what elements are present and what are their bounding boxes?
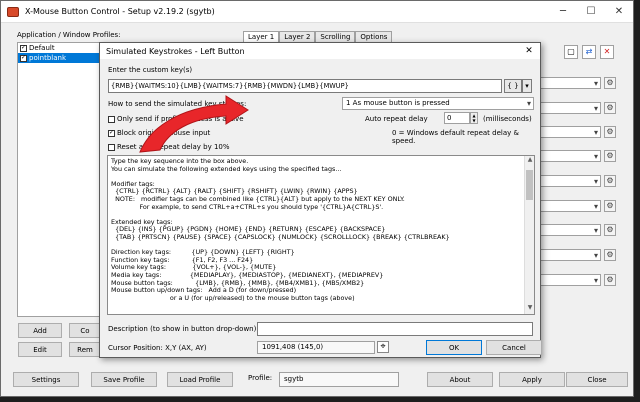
only-if-active-checkbox[interactable]	[108, 115, 115, 123]
profiles-list[interactable]: ✓ Default ✓ pointblank	[17, 42, 107, 317]
block-original-row[interactable]: ✓ Block original mouse input	[108, 129, 210, 137]
apply-button[interactable]: Apply	[499, 372, 565, 387]
custom-keys-input[interactable]: {RMB}{WAITMS:10}{LMB}{WAITMS:7}{RMB}{MWD…	[108, 79, 502, 93]
profile-item-pointblank[interactable]: ✓ pointblank	[18, 53, 106, 63]
send-method-select[interactable]: 1 As mouse button is pressed ▾	[342, 97, 534, 110]
copy-button[interactable]: Co	[69, 323, 101, 338]
profile-label: Profile:	[248, 374, 273, 382]
gear-icon[interactable]: ⚙	[604, 249, 616, 261]
help-line: {TAB} {PRTSCN} {PAUSE} {SPACE} {CAPSLOCK…	[111, 232, 450, 241]
profile-name: pointblank	[29, 54, 67, 62]
edit-button[interactable]: Edit	[18, 342, 62, 357]
dialog-close-icon[interactable]: ✕	[518, 46, 540, 56]
button-action-combo[interactable]	[533, 274, 601, 286]
gear-icon[interactable]: ⚙	[604, 175, 616, 187]
auto-repeat-label: Auto repeat delay	[365, 115, 428, 123]
help-line	[111, 173, 515, 181]
reset-delay-label: Reset auto repeat delay by 10%	[117, 143, 230, 151]
cancel-button[interactable]: Cancel	[486, 340, 542, 355]
close-button[interactable]: Close	[566, 372, 628, 387]
cursor-position-value: 1091,408 (145,0)	[257, 341, 375, 354]
profiles-label: Application / Window Profiles:	[17, 31, 121, 39]
gear-icon[interactable]: ⚙	[604, 77, 616, 89]
scroll-down-icon[interactable]: ▼	[525, 304, 534, 314]
description-label: Description (to show in button drop-down…	[108, 325, 257, 333]
reset-icon[interactable]: ✕	[600, 45, 614, 59]
gear-icon[interactable]: ⚙	[604, 274, 616, 286]
button-action-combo[interactable]	[533, 126, 601, 138]
remove-button[interactable]: Rem	[69, 342, 101, 357]
help-line: or a U (for up/released) to the mouse bu…	[111, 293, 355, 302]
button-action-combo[interactable]	[533, 102, 601, 114]
swap-icon[interactable]: ⇄	[582, 45, 596, 59]
dialog-titlebar: Simulated Keystrokes - Left Button ✕	[100, 43, 540, 59]
add-button[interactable]: Add	[18, 323, 62, 338]
auto-repeat-spinner[interactable]: ▲ ▼	[470, 112, 478, 124]
auto-repeat-input[interactable]: 0	[444, 112, 470, 124]
dialog-title: Simulated Keystrokes - Left Button	[106, 46, 245, 56]
crosshair-icon[interactable]: ⌖	[377, 341, 389, 353]
close-icon[interactable]: ✕	[605, 1, 633, 23]
send-method-value: 1 As mouse button is pressed	[346, 99, 450, 107]
tab-layer-1[interactable]: Layer 1	[243, 31, 280, 42]
gear-icon[interactable]: ⚙	[604, 200, 616, 212]
minimize-icon[interactable]: ─	[549, 1, 577, 23]
maximize-icon[interactable]: ☐	[577, 1, 605, 23]
button-action-combo[interactable]	[533, 200, 601, 212]
gear-icon[interactable]: ⚙	[604, 150, 616, 162]
button-action-combo[interactable]	[533, 249, 601, 261]
description-input[interactable]	[257, 322, 533, 336]
layer-tabs: Layer 1 Layer 2 Scrolling Options	[243, 31, 393, 42]
main-titlebar: X-Mouse Button Control - Setup v2.19.2 (…	[1, 1, 633, 23]
only-if-active-label: Only send if profile process is active	[117, 115, 244, 123]
scroll-up-icon[interactable]: ▲	[525, 156, 534, 166]
reset-delay-checkbox[interactable]	[108, 143, 115, 151]
help-textbox[interactable]: Type the key sequence into the box above…	[107, 155, 535, 315]
tab-layer-2[interactable]: Layer 2	[279, 31, 316, 42]
profile-name: Default	[29, 44, 55, 52]
milliseconds-label: (milliseconds)	[483, 115, 532, 123]
block-original-label: Block original mouse input	[117, 129, 211, 137]
profile-checkbox[interactable]: ✓	[20, 54, 27, 62]
chevron-down-icon[interactable]: ▾	[522, 79, 532, 93]
settings-button[interactable]: Settings	[13, 372, 79, 387]
enter-keys-label: Enter the custom key(s)	[108, 66, 193, 74]
button-action-combo[interactable]	[533, 150, 601, 162]
help-line: For example, to send CTRL+a+CTRL+s you s…	[111, 202, 384, 211]
profile-value: sgytb	[279, 372, 399, 387]
profile-toolbar: ▢ ⇄ ✕	[564, 45, 614, 59]
help-line: You can simulate the following extended …	[111, 164, 342, 173]
about-button[interactable]: About	[427, 372, 493, 387]
scroll-thumb[interactable]	[526, 170, 533, 200]
cursor-position-label: Cursor Position: X,Y (AX, AY)	[108, 344, 207, 352]
window-title: X-Mouse Button Control - Setup v2.19.2 (…	[25, 7, 215, 16]
button-action-combo[interactable]	[533, 77, 601, 89]
ok-button[interactable]: OK	[426, 340, 482, 355]
help-scrollbar[interactable]: ▲ ▼	[524, 156, 534, 314]
profile-item-default[interactable]: ✓ Default	[18, 43, 106, 53]
only-if-active-row[interactable]: Only send if profile process is active	[108, 115, 244, 123]
insert-tag-button[interactable]: { }	[504, 79, 522, 93]
chevron-down-icon: ▾	[526, 99, 531, 108]
tab-scrolling[interactable]: Scrolling	[315, 31, 356, 42]
simulated-keystrokes-dialog: Simulated Keystrokes - Left Button ✕ Ent…	[99, 42, 542, 358]
button-action-combo[interactable]	[533, 175, 601, 187]
reset-delay-row[interactable]: Reset auto repeat delay by 10%	[108, 143, 230, 151]
gear-icon[interactable]: ⚙	[604, 126, 616, 138]
gear-icon[interactable]: ⚙	[604, 102, 616, 114]
load-profile-button[interactable]: Load Profile	[167, 372, 233, 387]
profile-checkbox[interactable]: ✓	[20, 44, 27, 52]
block-original-checkbox[interactable]: ✓	[108, 129, 115, 137]
send-method-label: How to send the simulated key strokes:	[108, 100, 247, 108]
repeat-note: 0 = Windows default repeat delay & speed…	[392, 129, 519, 145]
button-action-combo[interactable]	[533, 224, 601, 236]
save-profile-button[interactable]: Save Profile	[91, 372, 157, 387]
gear-icon[interactable]: ⚙	[604, 224, 616, 236]
copy-profile-icon[interactable]: ▢	[564, 45, 578, 59]
tab-options[interactable]: Options	[355, 31, 393, 42]
app-mouse-icon	[7, 6, 19, 17]
